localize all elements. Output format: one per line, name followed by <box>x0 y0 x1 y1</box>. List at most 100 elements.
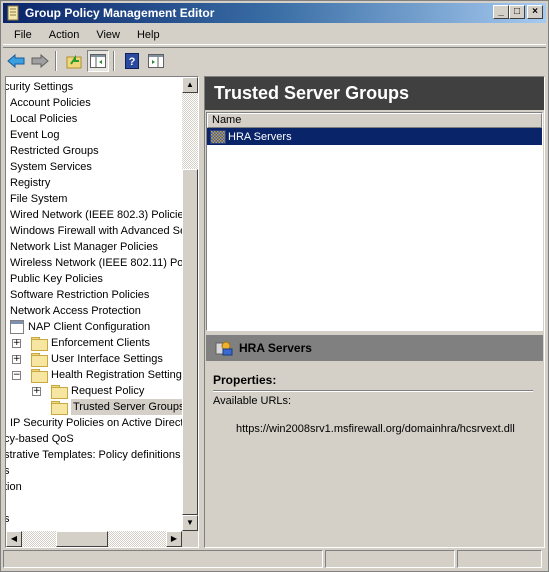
expand-icon[interactable]: + <box>12 338 21 348</box>
scroll-right-button[interactable]: ▶ <box>166 531 182 547</box>
list-item-label: HRA Servers <box>228 130 292 143</box>
vertical-scroll-thumb[interactable] <box>182 169 198 515</box>
tree-item[interactable]: Local Policies <box>10 111 77 127</box>
tree-item-label: System Services <box>10 161 92 173</box>
tree-item-label: User Interface Settings <box>51 353 163 365</box>
tree-vertical-scrollbar[interactable]: ▲ ▼ <box>182 77 198 531</box>
tree-item-label: Enforcement Clients <box>51 337 151 349</box>
status-bar <box>3 550 546 570</box>
arrow-up-icon: ▲ <box>186 80 194 89</box>
horizontal-scroll-thumb[interactable] <box>56 531 108 547</box>
console-tree-pane: curity Settings Account Policies Local Pol… <box>5 76 199 548</box>
tree-item[interactable]: Network Access Protection <box>10 303 141 319</box>
menu-file[interactable]: File <box>8 29 38 41</box>
server-group-icon <box>210 129 226 144</box>
toolbar-separator <box>55 50 57 71</box>
minimize-button[interactable]: _ <box>493 5 509 19</box>
tree-item[interactable]: File System <box>10 191 67 207</box>
tree-item[interactable]: IP Security Policies on Active Directo <box>10 415 182 431</box>
tree-item[interactable]: + Request Policy <box>32 383 144 399</box>
tree-item[interactable]: + User Interface Settings <box>12 351 163 367</box>
window-title: Group Policy Management Editor <box>25 6 215 20</box>
tree-item[interactable]: Windows Firewall with Advanced Se <box>10 223 182 239</box>
tree-item[interactable]: Network List Manager Policies <box>10 239 158 255</box>
tree-item-label: Windows Firewall with Advanced Se <box>10 225 182 237</box>
back-button[interactable] <box>5 50 27 72</box>
tree-item[interactable]: Software Restriction Policies <box>10 287 149 303</box>
status-panel-1 <box>3 550 323 568</box>
tree-item[interactable]: Trusted Server Groups <box>51 399 182 415</box>
open-folder-icon <box>51 401 68 415</box>
tree-item[interactable]: Wired Network (IEEE 802.3) Policies <box>10 207 182 223</box>
title-bar[interactable]: Group Policy Management Editor _ □ × <box>3 3 546 23</box>
menu-action[interactable]: Action <box>43 29 86 41</box>
tree-item[interactable]: + Enforcement Clients <box>12 335 150 351</box>
tree-item-label: IP Security Policies on Active Directo <box>10 417 182 429</box>
server-group-detail-icon <box>215 340 233 356</box>
tree-item[interactable]: System Services <box>10 159 92 175</box>
details-header: Trusted Server Groups <box>205 77 544 110</box>
tree-item[interactable]: s <box>6 463 10 479</box>
tree-item[interactable]: cy-based QoS <box>6 431 74 447</box>
scroll-down-button[interactable]: ▼ <box>182 515 198 531</box>
tree-item-label: Health Registration Settings <box>51 369 182 381</box>
up-folder-icon <box>66 54 82 68</box>
tree-item[interactable]: tion <box>6 479 22 495</box>
scroll-left-button[interactable]: ◀ <box>6 531 22 547</box>
scroll-up-button[interactable]: ▲ <box>182 77 198 93</box>
tree-item-label: File System <box>10 193 68 205</box>
up-one-level-button[interactable] <box>63 50 85 72</box>
tree-item-label: tion <box>6 481 22 493</box>
show-hide-action-pane-button[interactable] <box>145 50 167 72</box>
tree-item[interactable]: Restricted Groups <box>10 143 99 159</box>
svg-text:?: ? <box>129 56 136 68</box>
help-icon: ? <box>125 52 139 69</box>
toolbar: ? <box>3 47 546 73</box>
tree-item[interactable]: strative Templates: Policy definitions <box>6 447 181 463</box>
console-tree: curity Settings Account Policies Local Pol… <box>6 77 182 531</box>
tree-item[interactable]: − Health Registration Settings <box>12 367 182 383</box>
toolbar-separator <box>113 50 115 71</box>
tree-item[interactable]: Event Log <box>10 127 60 143</box>
column-header-name[interactable]: Name <box>207 113 542 128</box>
tree-item-label: Local Policies <box>10 113 78 125</box>
show-hide-console-tree-button[interactable] <box>87 49 109 72</box>
nap-config-icon <box>10 320 24 334</box>
arrow-down-icon: ▼ <box>186 518 194 527</box>
collapse-icon[interactable]: − <box>12 370 21 380</box>
forward-button[interactable] <box>29 50 51 72</box>
tree-item-label: Software Restriction Policies <box>10 289 150 301</box>
close-button[interactable]: × <box>527 5 543 19</box>
tree-item[interactable]: Wireless Network (IEEE 802.11) Pol <box>10 255 182 271</box>
properties-divider <box>213 390 533 392</box>
tree-item-label: Account Policies <box>10 97 91 109</box>
menu-view[interactable]: View <box>90 29 126 41</box>
tree-item-label: Public Key Policies <box>10 273 103 285</box>
menu-help[interactable]: Help <box>131 29 166 41</box>
tree-item-label: Request Policy <box>71 385 145 397</box>
tree-item-label: Network List Manager Policies <box>10 241 158 253</box>
tree-horizontal-scrollbar[interactable]: ◀ ▶ <box>6 531 182 547</box>
tree-item-label: NAP Client Configuration <box>28 321 151 333</box>
tree-item-label: Wireless Network (IEEE 802.11) Pol <box>10 257 182 269</box>
tree-item[interactable]: NAP Client Configuration <box>10 319 150 335</box>
folder-icon <box>51 385 68 399</box>
tree-item[interactable]: curity Settings <box>6 79 73 95</box>
detail-title: HRA Servers <box>239 341 312 355</box>
help-button[interactable]: ? <box>121 50 143 72</box>
menu-bar: File Action View Help <box>3 25 546 45</box>
status-panel-3 <box>457 550 542 568</box>
maximize-button[interactable]: □ <box>509 5 525 19</box>
list-item[interactable]: HRA Servers <box>207 128 542 145</box>
tree-item[interactable]: Account Policies <box>10 95 91 111</box>
tree-item[interactable]: s <box>6 511 10 527</box>
expand-icon[interactable]: + <box>12 354 21 364</box>
scroll-corner <box>182 531 198 547</box>
tree-item[interactable]: Registry <box>10 175 50 191</box>
tree-item[interactable]: Public Key Policies <box>10 271 103 287</box>
console-tree-icon <box>90 53 106 68</box>
close-icon: × <box>532 6 538 17</box>
arrow-left-icon: ◀ <box>10 534 18 543</box>
expand-icon[interactable]: + <box>32 386 41 396</box>
minimize-icon: _ <box>498 6 504 17</box>
